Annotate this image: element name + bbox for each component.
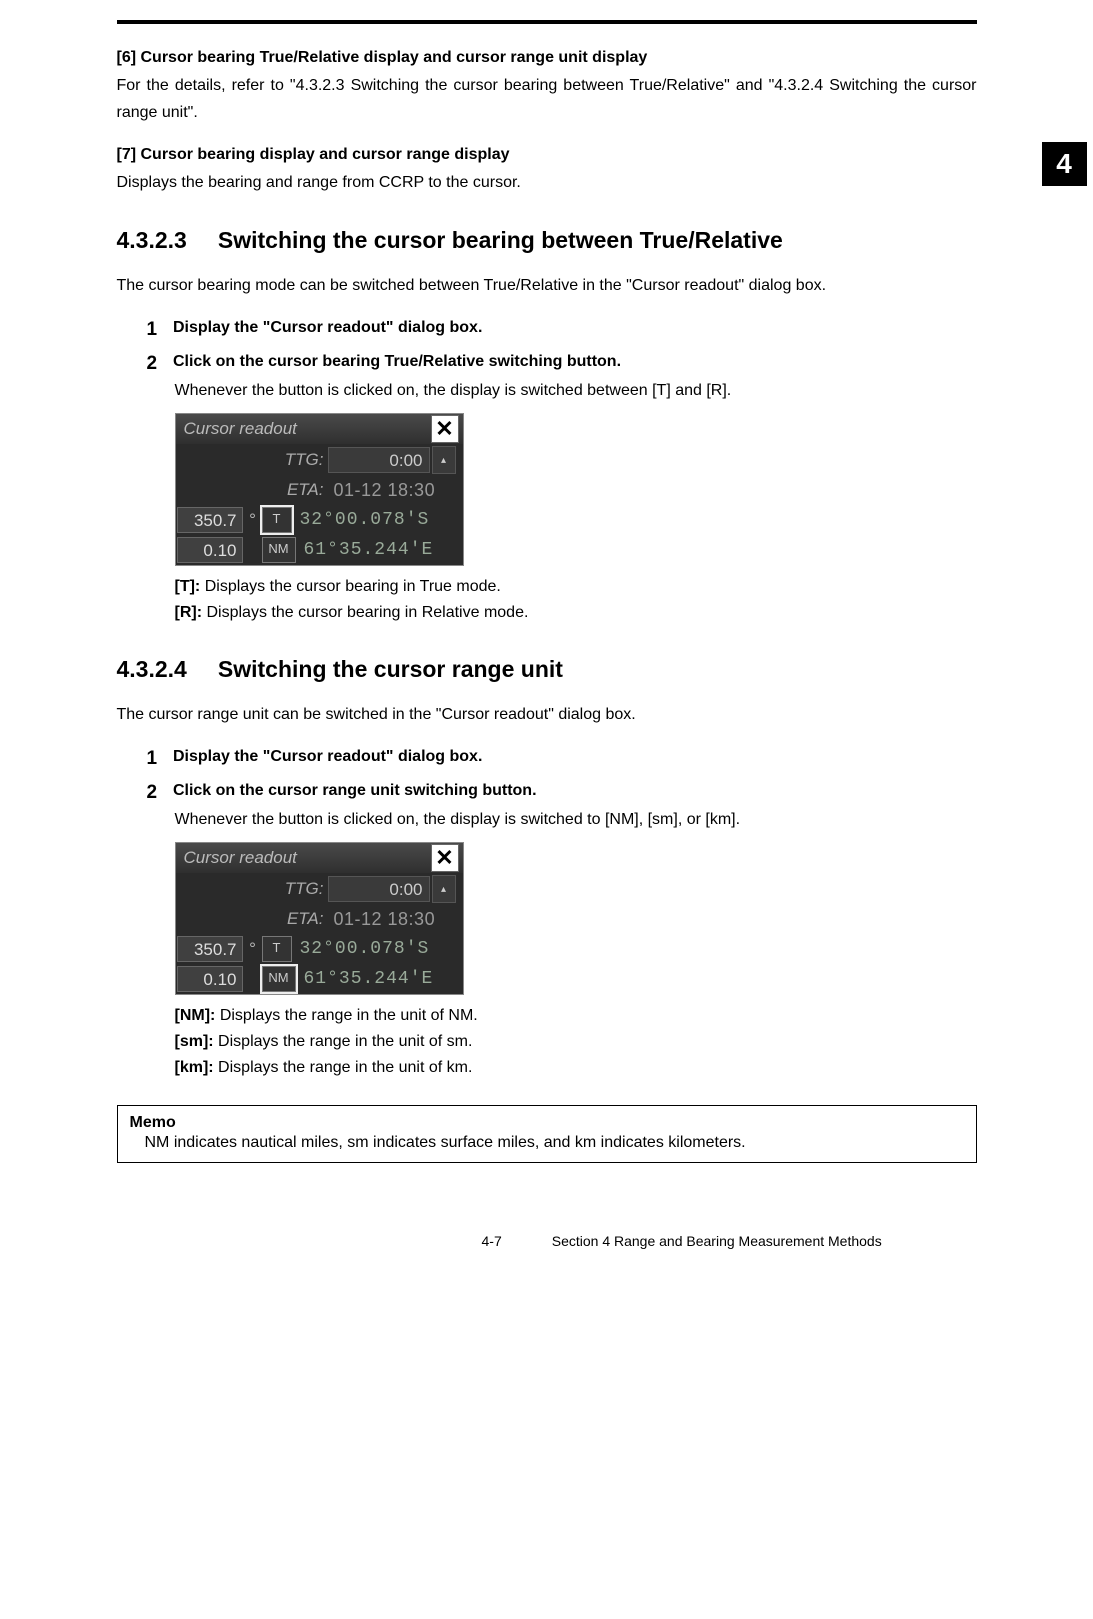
true-relative-button[interactable]: T	[262, 507, 292, 533]
caret-up-icon: ▴	[441, 884, 446, 895]
bearing-value: 350.7	[177, 936, 243, 962]
section-num: 4.3.2.3	[117, 227, 212, 254]
true-relative-button[interactable]: T	[262, 936, 292, 962]
step-title: Click on the cursor bearing True/Relativ…	[173, 353, 621, 370]
eta-label: ETA:	[176, 909, 328, 929]
step-number: 2	[147, 353, 169, 375]
step-title: Click on the cursor range unit switching…	[173, 782, 537, 799]
degree-symbol: °	[244, 510, 262, 530]
step-1: 1 Display the "Cursor readout" dialog bo…	[147, 748, 977, 770]
step-title: Display the "Cursor readout" dialog box.	[173, 319, 482, 336]
dialog-title: Cursor readout	[184, 848, 431, 868]
top-rule	[117, 20, 977, 24]
chapter-tab: 4	[1042, 142, 1087, 186]
close-icon: ✕	[435, 416, 453, 442]
step-title: Display the "Cursor readout" dialog box.	[173, 748, 482, 765]
page-footer: 4-7 Section 4 Range and Bearing Measurem…	[117, 1233, 977, 1249]
item6-text: For the details, refer to "4.3.2.3 Switc…	[117, 72, 977, 126]
cursor-readout-screenshot: Cursor readout ✕ TTG: 0:00 ▴	[175, 413, 977, 566]
memo-text: NM indicates nautical miles, sm indicate…	[145, 1134, 964, 1152]
latitude-value: 32°00.078'S	[294, 510, 430, 530]
def-t: [T]: Displays the cursor bearing in True…	[175, 574, 977, 600]
memo-box: Memo NM indicates nautical miles, sm ind…	[117, 1105, 977, 1163]
section-num: 4.3.2.4	[117, 656, 212, 683]
cursor-readout-dialog: Cursor readout ✕ TTG: 0:00 ▴	[175, 413, 464, 566]
longitude-value: 61°35.244'E	[298, 969, 434, 989]
item6-heading: [6] Cursor bearing True/Relative display…	[117, 49, 977, 67]
eta-label: ETA:	[176, 480, 328, 500]
step-body: Whenever the button is clicked on, the d…	[175, 807, 977, 833]
close-button[interactable]: ✕	[431, 415, 459, 443]
def-sm: [sm]: Displays the range in the unit of …	[175, 1029, 977, 1055]
section-4323-heading: 4.3.2.3 Switching the cursor bearing bet…	[117, 227, 977, 254]
step-number: 2	[147, 782, 169, 804]
eta-value: 01-12 18:30	[328, 480, 436, 501]
section-4324-heading: 4.3.2.4 Switching the cursor range unit	[117, 656, 977, 683]
cursor-readout-dialog: Cursor readout ✕ TTG: 0:00 ▴	[175, 842, 464, 995]
item7-heading: [7] Cursor bearing display and cursor ra…	[117, 146, 977, 164]
close-button[interactable]: ✕	[431, 844, 459, 872]
degree-symbol: °	[244, 939, 262, 959]
close-icon: ✕	[435, 845, 453, 871]
bearing-value: 350.7	[177, 507, 243, 533]
range-unit-button[interactable]: NM	[262, 966, 296, 992]
section-title: Switching the cursor range unit	[218, 656, 563, 682]
step-2: 2 Click on the cursor bearing True/Relat…	[147, 353, 977, 626]
range-value: 0.10	[177, 537, 243, 563]
section-title: Switching the cursor bearing between Tru…	[218, 227, 783, 253]
ttg-value[interactable]: 0:00	[328, 876, 430, 902]
section-4324-lead: The cursor range unit can be switched in…	[117, 701, 977, 728]
def-nm: [NM]: Displays the range in the unit of …	[175, 1003, 977, 1029]
ttg-label: TTG:	[176, 879, 328, 899]
def-r: [R]: Displays the cursor bearing in Rela…	[175, 600, 977, 626]
step-number: 1	[147, 748, 169, 770]
latitude-value: 32°00.078'S	[294, 939, 430, 959]
caret-up-icon: ▴	[441, 455, 446, 466]
section-footer-label: Section 4 Range and Bearing Measurement …	[552, 1233, 882, 1249]
step-2: 2 Click on the cursor range unit switchi…	[147, 782, 977, 1080]
cursor-readout-screenshot: Cursor readout ✕ TTG: 0:00 ▴	[175, 842, 977, 995]
range-unit-button[interactable]: NM	[262, 537, 296, 563]
section-4323-lead: The cursor bearing mode can be switched …	[117, 272, 977, 299]
longitude-value: 61°35.244'E	[298, 540, 434, 560]
dialog-title: Cursor readout	[184, 419, 431, 439]
ttg-spin-button[interactable]: ▴	[432, 875, 456, 903]
memo-title: Memo	[130, 1114, 964, 1132]
ttg-label: TTG:	[176, 450, 328, 470]
step-1: 1 Display the "Cursor readout" dialog bo…	[147, 319, 977, 341]
eta-value: 01-12 18:30	[328, 909, 436, 930]
range-value: 0.10	[177, 966, 243, 992]
page-number: 4-7	[482, 1233, 502, 1249]
item7-text: Displays the bearing and range from CCRP…	[117, 169, 977, 196]
ttg-spin-button[interactable]: ▴	[432, 446, 456, 474]
step-number: 1	[147, 319, 169, 341]
dialog-titlebar: Cursor readout ✕	[176, 414, 463, 444]
def-km: [km]: Displays the range in the unit of …	[175, 1055, 977, 1081]
dialog-titlebar: Cursor readout ✕	[176, 843, 463, 873]
step-body: Whenever the button is clicked on, the d…	[175, 378, 977, 404]
ttg-value[interactable]: 0:00	[328, 447, 430, 473]
